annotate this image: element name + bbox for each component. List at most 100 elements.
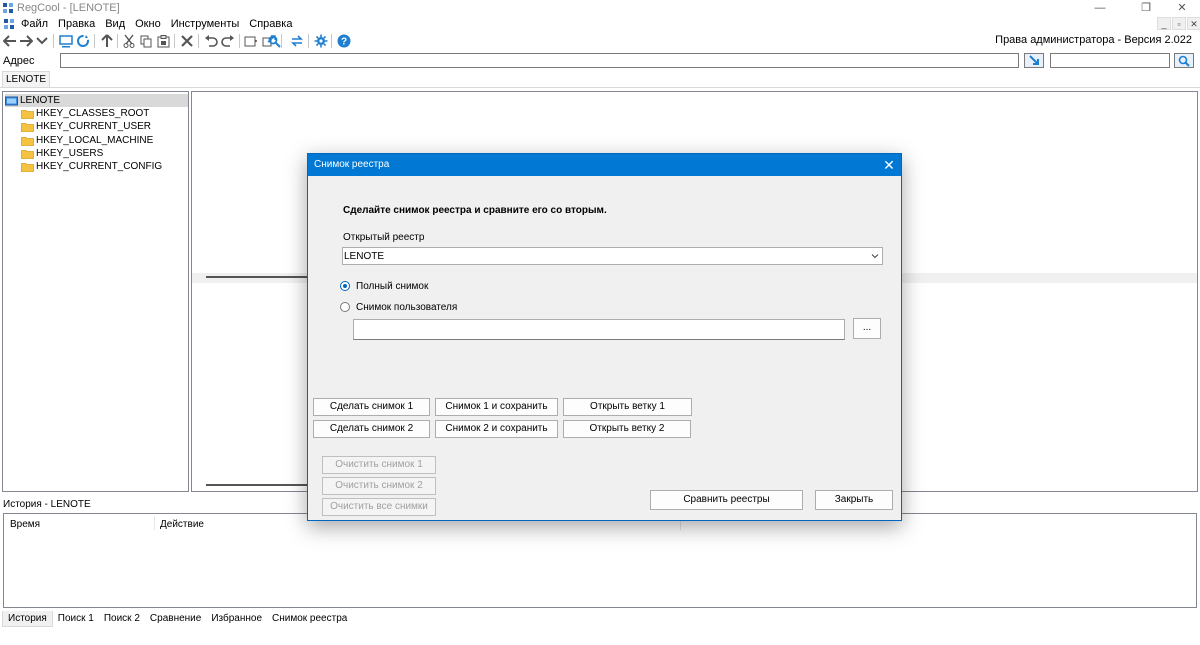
take-snapshot-1-button[interactable]: Сделать снимок 1 — [313, 398, 430, 416]
up-icon[interactable] — [99, 33, 115, 49]
tree-item-hkcr[interactable]: HKEY_CLASSES_ROOT — [21, 107, 149, 120]
tree-item-hkcc[interactable]: HKEY_CURRENT_CONFIG — [21, 160, 162, 173]
svg-text:?: ? — [341, 37, 347, 48]
menu-bar: Файл Правка Вид Окно Инструменты Справка… — [0, 16, 1200, 32]
browse-button[interactable]: ... — [853, 318, 881, 339]
dialog-title-bar[interactable]: Снимок реестра ✕ — [308, 154, 901, 176]
toolbar-separator — [94, 34, 95, 48]
forward-icon[interactable] — [18, 33, 34, 49]
open-branch-2-button[interactable]: Открыть ветку 2 — [563, 420, 691, 438]
tab-registry-snapshot[interactable]: Снимок реестра — [267, 611, 352, 627]
address-bar: Адрес — [0, 51, 1200, 71]
tree-item-label: HKEY_LOCAL_MACHINE — [36, 135, 154, 146]
radio-button[interactable] — [340, 302, 350, 312]
tree-item-lenote[interactable]: LENOTE — [5, 94, 188, 107]
registry-select[interactable]: LENOTE — [342, 247, 883, 265]
folder-icon — [21, 149, 34, 159]
open-branch-1-button[interactable]: Открыть ветку 1 — [563, 398, 692, 416]
registry-label: Открытый реестр — [343, 232, 425, 243]
history-title: История - LENOTE — [3, 499, 91, 510]
compare-icon[interactable] — [289, 33, 305, 49]
column-header-action[interactable]: Действие — [160, 519, 204, 530]
computer-icon[interactable] — [58, 33, 74, 49]
clear-snapshot-1-button[interactable]: Очистить снимок 1 — [322, 456, 436, 474]
search-button[interactable] — [1174, 53, 1194, 68]
bottom-tabs: История Поиск 1 Поиск 2 Сравнение Избран… — [2, 611, 352, 627]
snapshot-path-input[interactable] — [353, 319, 845, 340]
radio-button-checked[interactable] — [340, 281, 350, 291]
address-input[interactable] — [60, 53, 1019, 68]
tree-item-label: LENOTE — [20, 95, 61, 106]
tab-history[interactable]: История — [2, 611, 53, 627]
dialog-heading: Сделайте снимок реестра и сравните его с… — [343, 205, 607, 216]
redo-icon[interactable] — [220, 33, 236, 49]
minimize-button[interactable]: — — [1080, 0, 1120, 16]
dialog-close-icon[interactable]: ✕ — [880, 156, 898, 174]
menu-file[interactable]: Файл — [21, 18, 48, 30]
new-key-icon[interactable] — [243, 33, 259, 49]
compare-registries-button[interactable]: Сравнить реестры — [650, 490, 803, 510]
tab-lenote[interactable]: LENOTE — [2, 71, 51, 87]
back-icon[interactable] — [2, 33, 18, 49]
tree-item-hkcu[interactable]: HKEY_CURRENT_USER — [21, 120, 151, 133]
regcool-app-icon — [3, 3, 13, 13]
help-icon[interactable]: ? — [336, 33, 352, 49]
search-icon[interactable] — [266, 33, 282, 49]
menu-help[interactable]: Справка — [249, 18, 292, 30]
toolbar-separator — [53, 34, 54, 48]
tree-item-hklm[interactable]: HKEY_LOCAL_MACHINE — [21, 134, 153, 147]
snapshot-1-save-button[interactable]: Снимок 1 и сохранить — [435, 398, 558, 416]
column-divider[interactable] — [154, 516, 155, 530]
search-input[interactable] — [1050, 53, 1170, 68]
tab-compare[interactable]: Сравнение — [145, 611, 206, 627]
dialog-title: Снимок реестра — [314, 159, 390, 170]
toolbar-separator — [198, 34, 199, 48]
menu-edit[interactable]: Правка — [58, 18, 95, 30]
mdi-restore-button[interactable]: ▫ — [1172, 17, 1186, 30]
radio-user-snapshot[interactable]: Снимок пользователя — [340, 300, 457, 314]
copy-icon[interactable] — [138, 33, 154, 49]
restore-button[interactable]: ❐ — [1126, 0, 1166, 16]
chevron-down-icon — [871, 254, 879, 259]
menu-view[interactable]: Вид — [105, 18, 125, 30]
take-snapshot-2-button[interactable]: Сделать снимок 2 — [313, 420, 430, 438]
column-header-time[interactable]: Время — [10, 519, 40, 530]
mdi-close-button[interactable]: ✕ — [1187, 17, 1200, 30]
close-window-button[interactable]: ✕ — [1162, 0, 1200, 16]
address-label: Адрес — [3, 55, 35, 67]
clear-snapshot-2-button[interactable]: Очистить снимок 2 — [322, 477, 436, 495]
refresh-icon[interactable] — [75, 33, 91, 49]
settings-gear-icon[interactable] — [313, 33, 329, 49]
delete-icon[interactable] — [179, 33, 195, 49]
menu-window[interactable]: Окно — [135, 18, 161, 30]
menu-tools[interactable]: Инструменты — [171, 18, 240, 30]
registry-tree: LENOTE HKEY_CLASSES_ROOT HKEY_CURRENT_US… — [2, 91, 189, 492]
go-button[interactable] — [1024, 53, 1044, 68]
folder-icon — [21, 162, 34, 172]
scroll-grip — [206, 484, 311, 486]
toolbar: ? Права администратора - Версия 2.022 — [0, 32, 1200, 50]
undo-icon[interactable] — [203, 33, 219, 49]
close-dialog-button[interactable]: Закрыть — [815, 490, 893, 510]
radio-label: Полный снимок — [356, 280, 429, 292]
paste-icon[interactable] — [155, 33, 171, 49]
clear-all-snapshots-button[interactable]: Очистить все снимки — [322, 498, 436, 516]
radio-full-snapshot[interactable]: Полный снимок — [340, 279, 428, 293]
history-dropdown-icon[interactable] — [34, 33, 50, 49]
tree-item-label: HKEY_CLASSES_ROOT — [36, 108, 150, 119]
snapshot-dialog: Снимок реестра ✕ Сделайте снимок реестра… — [307, 153, 902, 521]
magnifier-icon — [1178, 55, 1190, 67]
tree-item-hku[interactable]: HKEY_USERS — [21, 147, 103, 160]
tab-search-2[interactable]: Поиск 2 — [99, 611, 145, 627]
folder-icon — [21, 122, 34, 132]
radio-label: Снимок пользователя — [356, 301, 458, 313]
folder-icon — [21, 136, 34, 146]
history-list[interactable]: Время Действие — [3, 513, 1197, 608]
admin-version-label: Права администратора - Версия 2.022 — [995, 34, 1192, 46]
snapshot-2-save-button[interactable]: Снимок 2 и сохранить — [435, 420, 558, 438]
tab-favorites[interactable]: Избранное — [206, 611, 267, 627]
mdi-minimize-button[interactable]: _ — [1157, 17, 1171, 30]
toolbar-separator — [308, 34, 309, 48]
cut-icon[interactable] — [121, 33, 137, 49]
tab-search-1[interactable]: Поиск 1 — [53, 611, 99, 627]
